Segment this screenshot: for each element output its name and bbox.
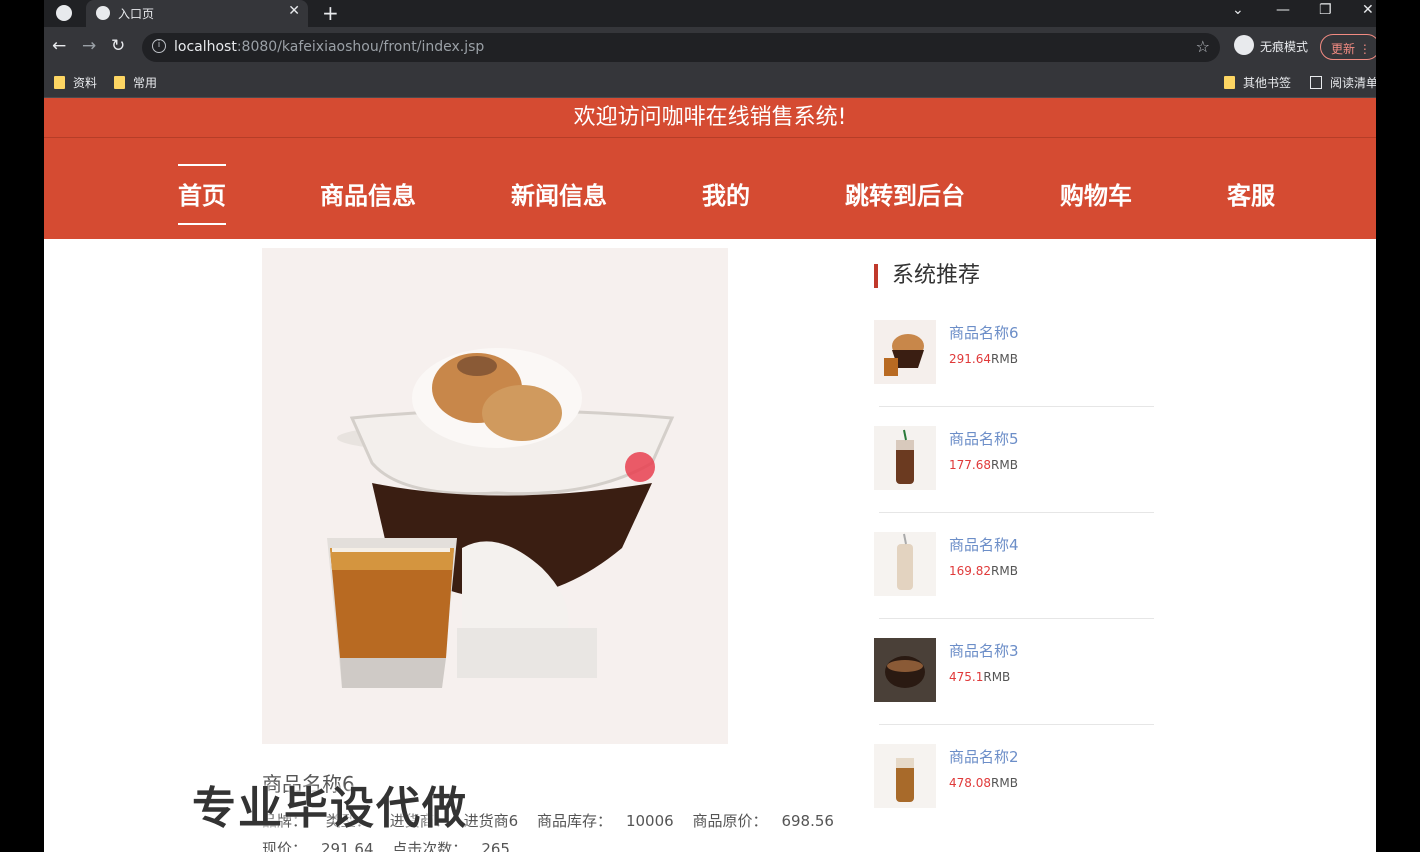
divider [879,406,1154,407]
back-icon[interactable]: ← [52,36,66,56]
currency: RMB [991,458,1018,472]
mouse-cursor-indicator [625,452,655,482]
currency: RMB [991,352,1018,366]
incognito-icon [1234,35,1254,55]
price-number: 177.68 [949,458,991,472]
bookmark-label: 资料 [73,76,98,90]
address-bar[interactable]: i localhost:8080/kafeixiaoshou/front/ind… [142,33,1220,62]
price-value: 291.64 [321,840,374,852]
recommend-item[interactable]: 商品名称5 177.68RMB [874,426,1154,532]
browser-window: 入口页 ✕ + ⌄ — ❐ ✕ ← → ↻ i localhost:8080/k… [44,0,1376,852]
recommend-title: 系统推荐 [874,264,980,288]
watermark-text: 专业毕设代做 [192,783,468,834]
recommend-price: 475.1RMB [949,670,1010,684]
price-number: 478.08 [949,776,991,790]
recommend-item[interactable]: 商品名称4 169.82RMB [874,532,1154,638]
tab-title: 入口页 [118,7,155,21]
globe-icon [56,5,72,21]
tab-strip: 入口页 ✕ + ⌄ — ❐ ✕ [44,0,1376,27]
bookmark-folder-1[interactable]: 资料 [54,74,97,91]
recommend-name[interactable]: 商品名称3 [949,640,1019,661]
update-button[interactable]: 更新 ⋮ [1320,34,1376,60]
recommend-item[interactable]: 商品名称2 478.08RMB [874,744,1154,850]
product-thumbnail[interactable] [874,426,936,490]
bookmark-star-icon[interactable]: ☆ [1196,37,1210,56]
product-thumbnail[interactable] [874,320,936,384]
recommend-name[interactable]: 商品名称5 [949,428,1019,449]
nav-service[interactable]: 客服 [1227,176,1275,211]
orig-price-value: 698.56 [781,812,834,830]
tab-active[interactable]: 入口页 ✕ [86,0,308,27]
orig-price-label: 商品原价： [692,812,768,830]
coffee-dessert-illustration [327,348,675,688]
globe-icon [96,6,110,20]
update-label: 更新 [1331,42,1356,56]
address-toolbar: ← → ↻ i localhost:8080/kafeixiaoshou/fro… [44,27,1376,67]
nav-products[interactable]: 商品信息 [320,176,416,211]
minimize-icon[interactable]: — [1276,2,1290,18]
stock-value: 10006 [625,812,674,830]
reading-list-label: 阅读清单 [1330,76,1376,90]
url-host: localhost [174,39,237,55]
new-tab-icon[interactable]: + [322,1,339,25]
stock-label: 商品库存： [536,812,612,830]
url-path: :8080/kafeixiaoshou/front/index.jsp [236,39,485,55]
price-number: 291.64 [949,352,991,366]
other-bookmarks-label: 其他书签 [1243,76,1292,90]
nav-admin[interactable]: 跳转到后台 [845,176,965,211]
bookmark-label: 常用 [133,76,158,90]
recommend-item[interactable]: 商品名称3 475.1RMB [874,638,1154,744]
reading-list[interactable]: 阅读清单 [1310,74,1376,91]
price-number: 475.1 [949,670,984,684]
currency: RMB [991,564,1018,578]
price-label: 现价： [262,840,308,852]
currency: RMB [983,670,1011,684]
currency: RMB [991,776,1018,790]
nav-cart[interactable]: 购物车 [1060,176,1132,211]
chevron-down-icon[interactable]: ⌄ [1232,2,1244,18]
divider [879,512,1154,513]
welcome-banner: 欢迎访问咖啡在线销售系统! [44,98,1376,138]
window-close-icon[interactable]: ✕ [1362,2,1374,18]
supplier-value: 进货商6 [463,812,519,830]
bookmarks-bar: 资料 常用 其他书签 阅读清单 [44,67,1376,98]
reading-list-icon [1310,76,1322,89]
recommend-price: 169.82RMB [949,564,1018,578]
divider [879,618,1154,619]
url-text[interactable]: localhost:8080/kafeixiaoshou/front/index… [174,39,484,55]
product-thumbnail[interactable] [874,638,936,702]
product-details-line-2: 现价： 291.64 点击次数： 265 [262,838,524,852]
nav-mine[interactable]: 我的 [702,176,750,211]
forward-icon[interactable]: → [82,36,96,56]
recommend-item[interactable]: 商品名称6 291.64RMB [874,320,1154,426]
folder-icon [1224,76,1235,89]
screen: 入口页 ✕ + ⌄ — ❐ ✕ ← → ↻ i localhost:8080/k… [0,0,1420,852]
recommend-name[interactable]: 商品名称2 [949,746,1019,767]
nav-home[interactable]: 首页 [178,164,226,225]
restore-icon[interactable]: ❐ [1319,2,1332,18]
recommend-price: 291.64RMB [949,352,1018,366]
close-icon[interactable]: ✕ [288,3,300,19]
main-nav: 首页 商品信息 新闻信息 我的 跳转到后台 购物车 客服 [44,138,1376,239]
product-image[interactable] [262,248,728,744]
clicks-label: 点击次数： [392,840,468,852]
clicks-value: 265 [481,840,510,852]
recommend-name[interactable]: 商品名称6 [949,322,1019,343]
other-bookmarks[interactable]: 其他书签 [1224,74,1291,91]
bookmark-folder-2[interactable]: 常用 [114,74,157,91]
nav-news[interactable]: 新闻信息 [511,176,607,211]
info-icon[interactable]: i [152,39,166,53]
folder-icon [54,76,65,89]
price-number: 169.82 [949,564,991,578]
product-thumbnail[interactable] [874,744,936,808]
product-thumbnail[interactable] [874,532,936,596]
recommend-name[interactable]: 商品名称4 [949,534,1019,555]
folder-icon [114,76,125,89]
recommend-price: 478.08RMB [949,776,1018,790]
incognito-label: 无痕模式 [1260,40,1309,54]
recommend-price: 177.68RMB [949,458,1018,472]
divider [879,724,1154,725]
reload-icon[interactable]: ↻ [111,36,125,56]
